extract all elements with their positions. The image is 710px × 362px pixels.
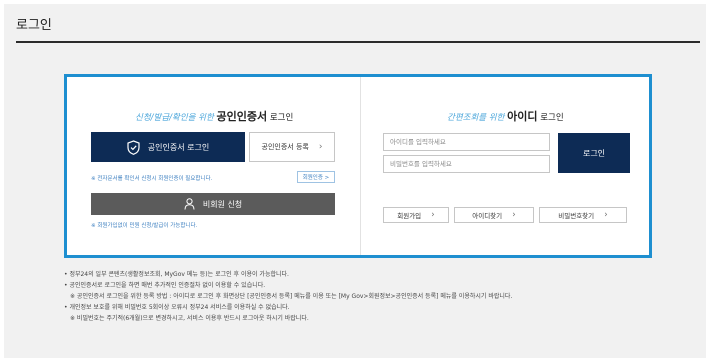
notice-subitem: ※ 비밀번호는 주기적(6개월)으로 변경하시고, 서비스 이용후 반드시 로그… <box>70 315 309 322</box>
shield-check-icon <box>127 139 140 155</box>
chevron-right-icon: › <box>512 210 516 220</box>
id-login-heading: 간편조회를 위한 아이디 로그인 <box>447 108 564 124</box>
cert-login-label: 공인인증서 로그인 <box>147 142 210 152</box>
page-title: 로그인 <box>16 18 52 33</box>
chevron-right-icon: › <box>604 210 608 220</box>
cert-heading-main: 공인인증서 <box>216 110 268 123</box>
signup-button[interactable]: 회원가입 › <box>383 207 449 223</box>
find-id-button[interactable]: 아이디찾기 › <box>454 207 534 223</box>
cert-login-button[interactable]: 공인인증서 로그인 <box>91 132 245 162</box>
chevron-right-icon: › <box>318 142 323 152</box>
cert-heading-prefix: 신청/발급/확인을 위한 <box>135 113 214 123</box>
nonmember-apply-label: 비회원 신청 <box>202 199 243 209</box>
notice-list: • 정부24의 일부 콘텐츠(생활정보조회, MyGov 메뉴 등)는 로그인 … <box>64 269 684 324</box>
find-password-label: 비밀번호찾기 <box>558 212 595 220</box>
id-heading-main: 아이디 <box>507 110 538 123</box>
nonmember-apply-button[interactable]: 비회원 신청 <box>91 193 335 215</box>
notice-subitem: ※ 공인인증서 로그인을 위한 등록 방법 : 아이디로 로그인 후 화면상단 … <box>70 293 513 300</box>
user-icon <box>184 198 195 210</box>
notice-item: • 공인인증서로 로그인을 하면 매번 추가적인 인증절차 없이 이용할 수 있… <box>64 282 266 289</box>
login-panel: 신청/발급/확인을 위한 공인인증서 로그인 공인인증서 로그인 공인인증서 등… <box>64 74 652 258</box>
notice-item: • 정부24의 일부 콘텐츠(생활정보조회, MyGov 메뉴 등)는 로그인 … <box>64 271 289 278</box>
cert-register-button[interactable]: 공인인증서 등록 › <box>249 132 335 162</box>
chevron-right-icon: › <box>431 210 435 220</box>
cert-register-label: 공인인증서 등록 <box>261 143 309 151</box>
nonmember-notice: ※ 회원가입없이 민원 신청/발급이 가능합니다. <box>91 223 198 229</box>
password-input[interactable] <box>383 155 550 173</box>
panel-divider <box>360 77 361 255</box>
member-auth-button[interactable]: 회원인증 > <box>297 171 335 183</box>
id-heading-prefix: 간편조회를 위한 <box>447 113 505 123</box>
title-divider <box>16 41 700 43</box>
notice-item: • 개인정보 보호를 위해 비밀번호 5회이상 오류시 정부24 서비스를 이용… <box>64 304 290 311</box>
signup-label: 회원가입 <box>397 212 422 220</box>
page-container: 로그인 신청/발급/확인을 위한 공인인증서 로그인 공인인증서 로그인 공인인… <box>4 4 706 358</box>
find-password-button[interactable]: 비밀번호찾기 › <box>539 207 627 223</box>
cert-notice: ※ 전자문서를 확인서 신청시 회원인증이 필요합니다. <box>91 176 213 182</box>
cert-heading-suffix: 로그인 <box>269 113 294 123</box>
id-input[interactable] <box>383 133 550 151</box>
member-auth-label: 회원인증 > <box>302 175 330 181</box>
id-login-button[interactable]: 로그인 <box>558 133 630 173</box>
id-heading-suffix: 로그인 <box>540 113 564 123</box>
id-login-label: 로그인 <box>582 148 606 158</box>
find-id-label: 아이디찾기 <box>472 212 503 220</box>
cert-login-heading: 신청/발급/확인을 위한 공인인증서 로그인 <box>135 108 293 124</box>
